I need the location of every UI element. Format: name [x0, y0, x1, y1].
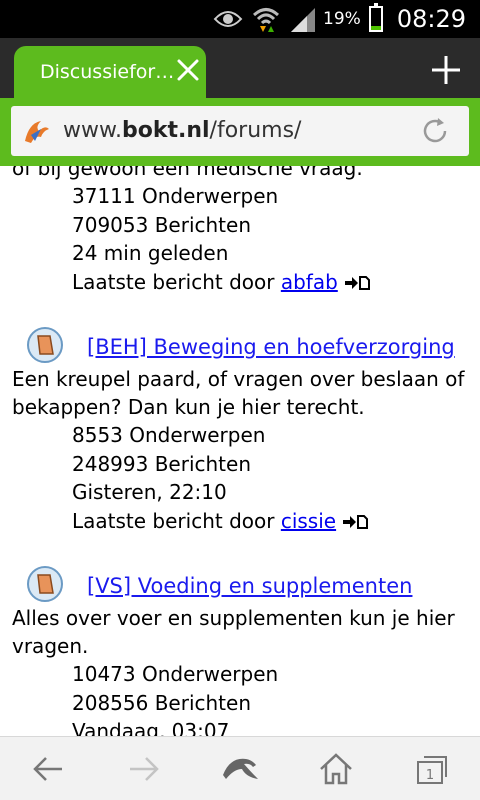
tabs-icon: 1	[417, 756, 447, 784]
home-icon[interactable]	[316, 749, 356, 789]
forum-description: Een kreupel paard, of vragen over beslaa…	[12, 367, 465, 419]
last-post-user-link[interactable]: cissie	[281, 509, 336, 533]
close-icon[interactable]	[174, 56, 202, 84]
forum-book-icon	[27, 327, 63, 363]
topic-count: 37111 Onderwerpen	[72, 184, 279, 208]
tab-title: Discussiefor…	[40, 61, 175, 83]
forum-stats: 8553 Onderwerpen 248993 Berichten Gister…	[0, 421, 480, 535]
reload-icon[interactable]	[419, 115, 451, 147]
post-count: 709053 Berichten	[72, 212, 252, 237]
forum-description: Alles over voer en supplementen kun je h…	[12, 606, 455, 658]
bottom-navigation: 1	[0, 736, 480, 800]
forum-entry: [BEH] Beweging en hoefverzorging Een kre…	[0, 327, 480, 535]
url-text[interactable]: www.bokt.nl/forums/	[63, 118, 301, 143]
forum-description: of bij gewoon een medische vraag.	[12, 166, 363, 180]
battery-percentage: 19%	[323, 9, 361, 29]
forum-book-icon	[27, 566, 63, 602]
last-post-time: Vandaag, 03:07	[72, 719, 230, 736]
topic-count: 10473 Onderwerpen	[72, 662, 279, 686]
address-bar-container: www.bokt.nl/forums/	[0, 98, 480, 166]
back-arrow-icon[interactable]	[28, 749, 68, 789]
last-post-time: 24 min geleden	[72, 241, 229, 265]
forum-title-link[interactable]: [VS] Voeding en supplementen	[87, 574, 412, 598]
last-post-user-link[interactable]: abfab	[281, 270, 338, 294]
topic-count: 8553 Onderwerpen	[72, 423, 266, 447]
last-post-line: Laatste bericht door abfab	[72, 268, 480, 297]
goto-last-post-icon[interactable]	[344, 275, 370, 291]
battery-icon	[368, 3, 383, 32]
last-post-line: Laatste bericht door cissie	[72, 507, 480, 536]
tab-strip: Discussiefor…	[0, 38, 480, 98]
dolphin-icon[interactable]	[220, 749, 260, 789]
wifi-icon	[253, 8, 280, 32]
status-bar: 19% 08:29	[0, 0, 480, 38]
eye-icon	[213, 11, 243, 27]
forward-arrow-icon[interactable]	[124, 749, 164, 789]
tabs-count: 1	[426, 768, 434, 783]
forum-title-link[interactable]: [BEH] Beweging en hoefverzorging	[87, 335, 455, 359]
address-bar[interactable]: www.bokt.nl/forums/	[11, 106, 469, 156]
forum-stats: 10473 Onderwerpen 208556 Berichten Vanda…	[0, 660, 480, 736]
clock: 08:29	[396, 5, 466, 33]
goto-last-post-icon[interactable]	[342, 514, 369, 530]
signal-icon	[291, 8, 316, 32]
plus-icon[interactable]	[428, 52, 464, 88]
bokt-favicon	[25, 121, 49, 143]
post-count: 248993 Berichten	[72, 451, 252, 476]
browser-tab[interactable]: Discussiefor…	[14, 46, 206, 98]
last-post-time: Gisteren, 22:10	[72, 480, 227, 504]
forum-stats: 37111 Onderwerpen 709053 Berichten 24 mi…	[0, 182, 480, 296]
forum-entry: [VS] Voeding en supplementen Alles over …	[0, 566, 480, 736]
page-content[interactable]: of bij gewoon een medische vraag. 37111 …	[0, 166, 480, 736]
post-count: 208556 Berichten	[72, 690, 252, 715]
tabs-button[interactable]: 1	[412, 749, 452, 789]
